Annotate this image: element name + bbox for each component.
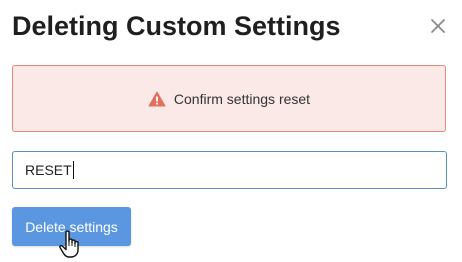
close-icon: [431, 19, 445, 33]
reset-confirmation-input[interactable]: RESET: [12, 151, 447, 189]
dialog-title: Deleting Custom Settings: [12, 11, 341, 41]
hand-pointer-icon: [59, 230, 79, 258]
input-value: RESET: [25, 162, 72, 178]
alert-message: Confirm settings reset: [173, 90, 311, 107]
delete-settings-dialog: Deleting Custom Settings Confirm setting…: [0, 0, 462, 262]
confirm-alert: Confirm settings reset: [12, 65, 446, 132]
close-button[interactable]: [428, 16, 448, 36]
text-caret: [72, 161, 74, 179]
warning-icon: [148, 91, 166, 107]
